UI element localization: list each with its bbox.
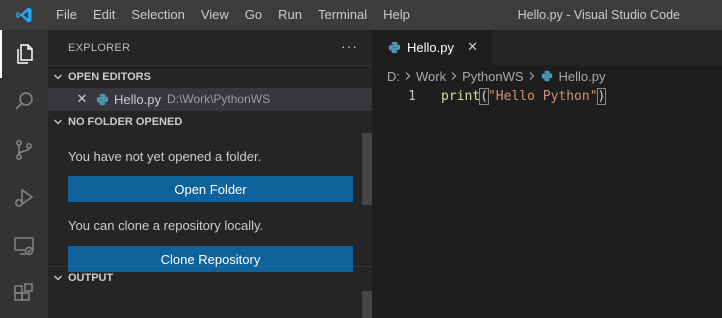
- token-function: print: [441, 89, 481, 104]
- output-scrollbar-thumb[interactable]: [362, 291, 372, 318]
- tab-close-icon[interactable]: ✕: [467, 39, 478, 55]
- code-text[interactable]: print("Hello Python"): [441, 87, 607, 106]
- chevron-down-icon: [48, 72, 68, 82]
- open-editor-path: D:\Work\PythonWS: [166, 92, 271, 106]
- vscode-logo-icon[interactable]: [0, 0, 48, 30]
- no-folder-message: You have not yet opened a folder.: [68, 149, 262, 164]
- breadcrumb-pythonws[interactable]: PythonWS: [462, 69, 523, 84]
- breadcrumb-file[interactable]: Hello.py: [559, 69, 606, 84]
- breadcrumb-work[interactable]: Work: [416, 69, 446, 84]
- menu-view[interactable]: View: [193, 0, 237, 30]
- open-editor-item[interactable]: ✕ Hello.py D:\Work\PythonWS: [48, 88, 372, 110]
- token-open-paren: (: [479, 88, 489, 105]
- python-file-icon: [386, 40, 402, 56]
- tab-hello-py[interactable]: Hello.py ✕: [372, 30, 492, 65]
- menu-file[interactable]: File: [48, 0, 85, 30]
- line-number: 1: [408, 89, 416, 104]
- title-bar: File Edit Selection View Go Run Terminal…: [0, 0, 722, 30]
- code-editor[interactable]: 1 print("Hello Python"): [372, 87, 722, 287]
- chevron-right-icon: [404, 71, 412, 81]
- window-title: Hello.py - Visual Studio Code: [517, 8, 680, 22]
- breadcrumb: D: Work PythonWS Hello.py: [372, 65, 722, 87]
- python-file-icon: [94, 91, 110, 107]
- remote-explorer-icon[interactable]: [0, 222, 48, 270]
- explorer-icon[interactable]: [0, 30, 48, 78]
- open-editors-label: OPEN EDITORS: [68, 71, 151, 83]
- explorer-title: EXPLORER: [68, 41, 131, 54]
- open-folder-button[interactable]: Open Folder: [68, 176, 353, 202]
- menu-bar: File Edit Selection View Go Run Terminal…: [48, 0, 418, 30]
- chevron-down-icon: [48, 117, 68, 127]
- token-string: "Hello Python": [487, 89, 598, 104]
- token-close-paren: ): [596, 88, 607, 105]
- chevron-right-icon: [450, 71, 458, 81]
- menu-go[interactable]: Go: [237, 0, 270, 30]
- menu-help[interactable]: Help: [375, 0, 418, 30]
- breadcrumb-drive[interactable]: D:: [387, 69, 400, 84]
- open-editors-header[interactable]: OPEN EDITORS: [48, 65, 372, 88]
- more-actions-icon[interactable]: ···: [341, 38, 358, 54]
- tab-label: Hello.py: [407, 40, 454, 55]
- no-folder-opened-label: NO FOLDER OPENED: [68, 116, 183, 128]
- editor-area: Hello.py ✕ D: Work PythonWS Hello.py 1 p…: [372, 30, 722, 318]
- run-debug-icon[interactable]: [0, 174, 48, 222]
- sidebar-scrollbar[interactable]: [362, 133, 372, 279]
- chevron-down-icon: [48, 273, 68, 283]
- explorer-header: EXPLORER ···: [48, 30, 372, 65]
- open-editor-filename: Hello.py: [114, 91, 161, 107]
- activity-bar: [0, 30, 48, 318]
- source-control-icon[interactable]: [0, 126, 48, 174]
- menu-run[interactable]: Run: [270, 0, 310, 30]
- chevron-right-icon: [528, 71, 536, 81]
- editor-tab-bar: Hello.py ✕: [372, 30, 722, 65]
- menu-edit[interactable]: Edit: [85, 0, 123, 30]
- search-icon[interactable]: [0, 78, 48, 126]
- extensions-icon[interactable]: [0, 270, 48, 318]
- code-line[interactable]: 1 print("Hello Python"): [372, 87, 722, 106]
- output-header[interactable]: OUTPUT: [48, 266, 372, 289]
- menu-selection[interactable]: Selection: [123, 0, 192, 30]
- welcome-view: You have not yet opened a folder. Open F…: [48, 133, 372, 279]
- menu-terminal[interactable]: Terminal: [310, 0, 375, 30]
- explorer-sidebar: EXPLORER ··· OPEN EDITORS ✕ Hello.py D:\…: [48, 30, 372, 318]
- no-folder-opened-header[interactable]: NO FOLDER OPENED: [48, 110, 372, 133]
- clone-message: You can clone a repository locally.: [68, 218, 264, 233]
- output-label: OUTPUT: [68, 272, 114, 284]
- close-icon[interactable]: ✕: [74, 91, 90, 107]
- sidebar-scrollbar-thumb[interactable]: [362, 133, 372, 205]
- python-file-icon: [540, 69, 554, 83]
